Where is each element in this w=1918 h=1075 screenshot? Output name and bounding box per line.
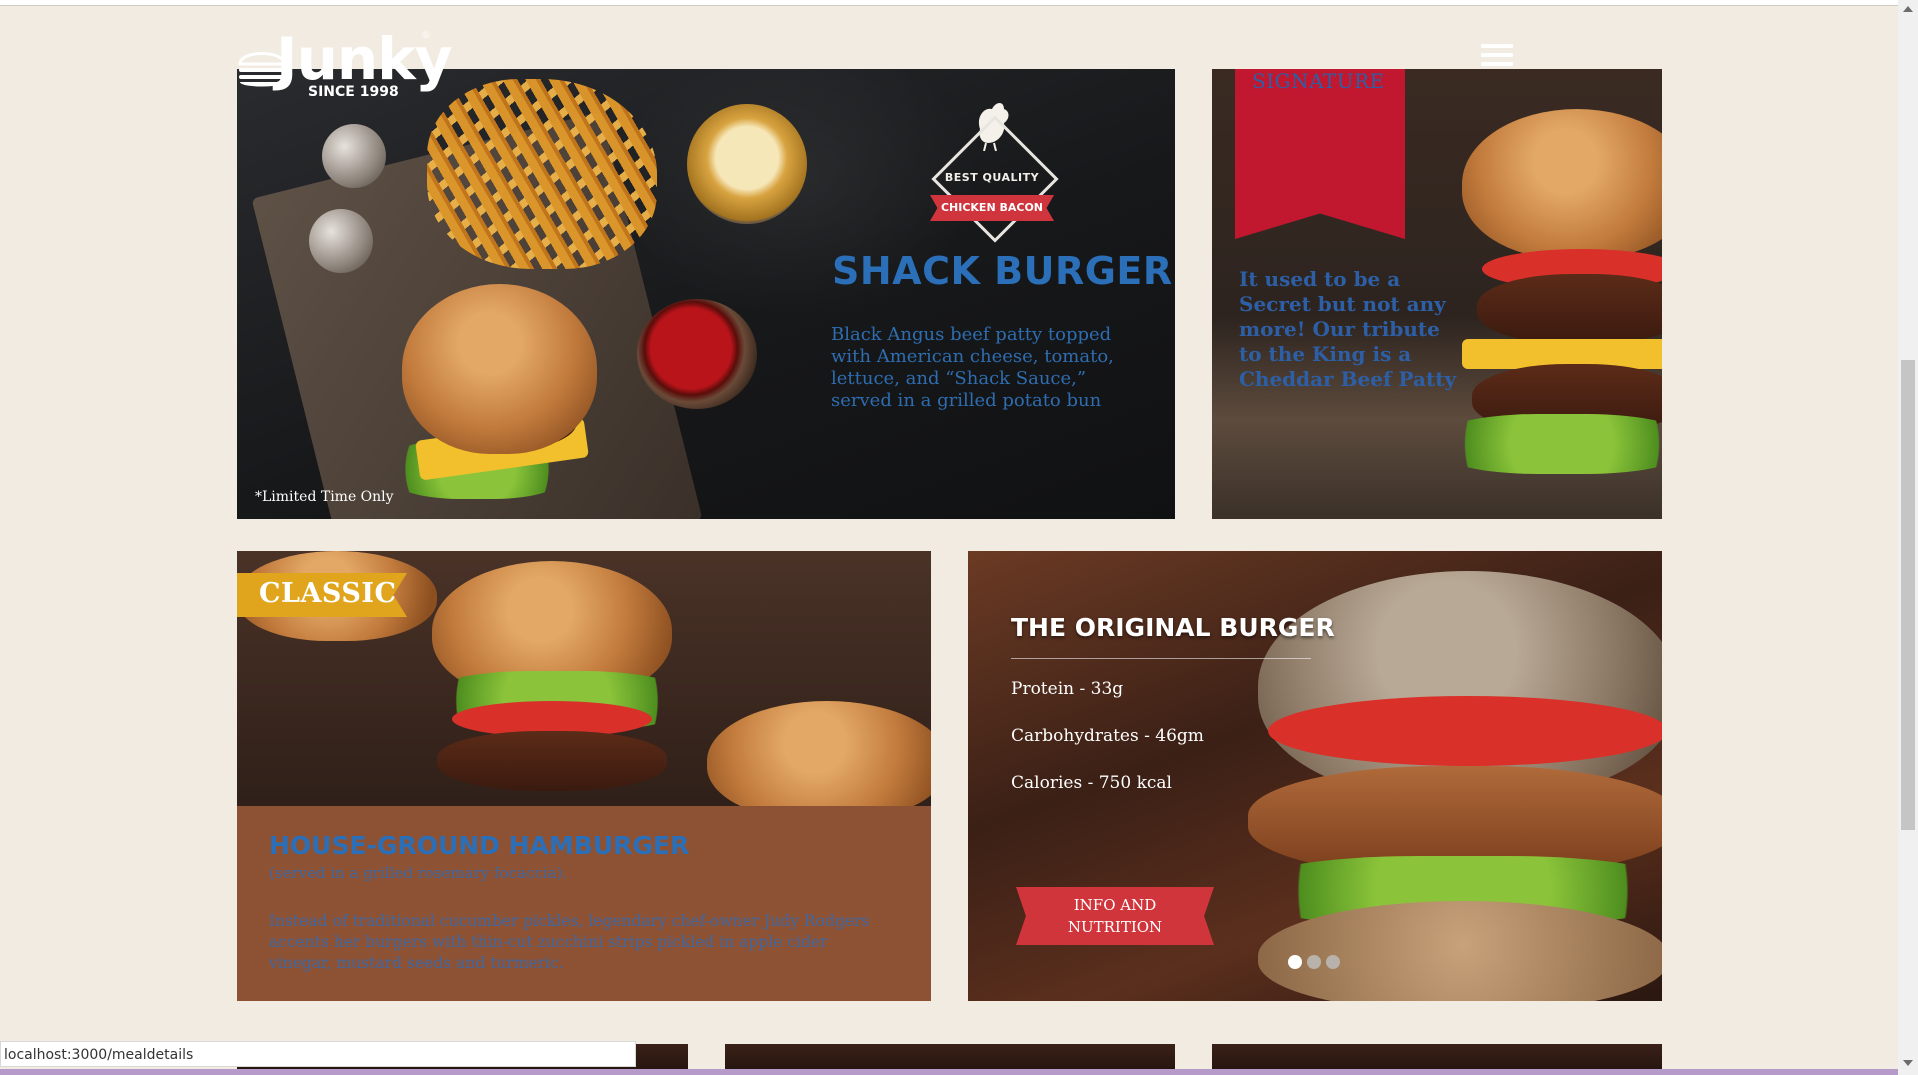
beer-mug-image (687, 104, 807, 224)
nutrition-calories: Calories - 750 kcal (1011, 773, 1172, 793)
carousel-dot-3[interactable] (1326, 955, 1340, 969)
classic-burger-title: HOUSE-GROUND HAMBURGER (269, 831, 690, 860)
badge-ribbon-text: CHICKEN BACON (930, 195, 1054, 221)
signature-burger-card[interactable]: SIGNATURE It used to be a Secret but not… (1212, 69, 1662, 519)
original-burger-card[interactable]: THE ORIGINAL BURGER Protein - 33g Carboh… (968, 551, 1662, 1001)
badge-quality-text: BEST QUALITY (944, 171, 1040, 184)
classic-right-bun-image (707, 701, 931, 821)
page-scrollbar[interactable] (1898, 0, 1918, 1075)
classic-patty-image (437, 731, 667, 791)
nutrition-protein: Protein - 33g (1011, 679, 1124, 699)
original-tomato-image (1268, 696, 1662, 766)
shack-burger-card[interactable]: BEST QUALITY CHICKEN BACON SHACK BURGER … (237, 69, 1175, 519)
scroll-up-arrow-icon[interactable] (1903, 6, 1913, 12)
shack-burger-title: SHACK BURGER (832, 249, 1173, 293)
limited-time-note: *Limited Time Only (255, 489, 394, 505)
hamburger-menu-icon[interactable] (1481, 44, 1513, 70)
classic-burger-card[interactable]: CLASSIC HOUSE-GROUND HAMBURGER (served i… (237, 551, 931, 1001)
scroll-down-arrow-icon[interactable] (1903, 1060, 1913, 1066)
status-bar-url: localhost:3000/mealdetails (0, 1041, 636, 1067)
info-nutrition-button-label: INFO AND NUTRITION (1067, 896, 1163, 936)
quality-badge: BEST QUALITY CHICKEN BACON (922, 99, 1062, 249)
pepper-shaker-image (309, 209, 373, 273)
classic-burger-description: Instead of traditional cucumber pickles,… (269, 912, 870, 972)
original-bottom-bun-image (1258, 901, 1662, 1001)
carousel-dot-1[interactable] (1288, 955, 1302, 969)
signature-lettuce-image (1437, 414, 1662, 474)
signature-label: SIGNATURE (1252, 69, 1385, 93)
fries-image (427, 79, 657, 269)
signature-top-bun-image (1462, 109, 1662, 259)
signature-description: It used to be a Secret but not any more!… (1239, 267, 1457, 391)
info-nutrition-button[interactable]: INFO AND NUTRITION (1016, 887, 1214, 945)
original-burger-title: THE ORIGINAL BURGER (1011, 613, 1335, 642)
classic-label: CLASSIC (259, 578, 397, 609)
logo-registered-mark: ® (421, 30, 431, 41)
nutrition-carbohydrates: Carbohydrates - 46gm (1011, 726, 1204, 746)
taskbar-strip (0, 1069, 1898, 1075)
burger-bun-image (402, 284, 597, 454)
scroll-thumb[interactable] (1901, 360, 1915, 830)
logo-since-text: SINCE 1998 (308, 84, 399, 100)
ketchup-bowl-image (637, 299, 757, 409)
classic-burger-subtitle: (served in a grilled rosemary focaccia). (269, 864, 568, 882)
signature-patty-image (1477, 274, 1662, 344)
junky-logo[interactable]: Junky ® SINCE 1998 (236, 24, 453, 104)
carousel-dots (1288, 955, 1340, 969)
shack-burger-description: Black Angus beef patty topped with Ameri… (831, 324, 1114, 411)
salt-shaker-image (322, 124, 386, 188)
browser-top-edge (0, 0, 1898, 6)
title-divider (1011, 658, 1311, 659)
carousel-dot-2[interactable] (1307, 955, 1321, 969)
signature-ribbon (1235, 69, 1405, 239)
